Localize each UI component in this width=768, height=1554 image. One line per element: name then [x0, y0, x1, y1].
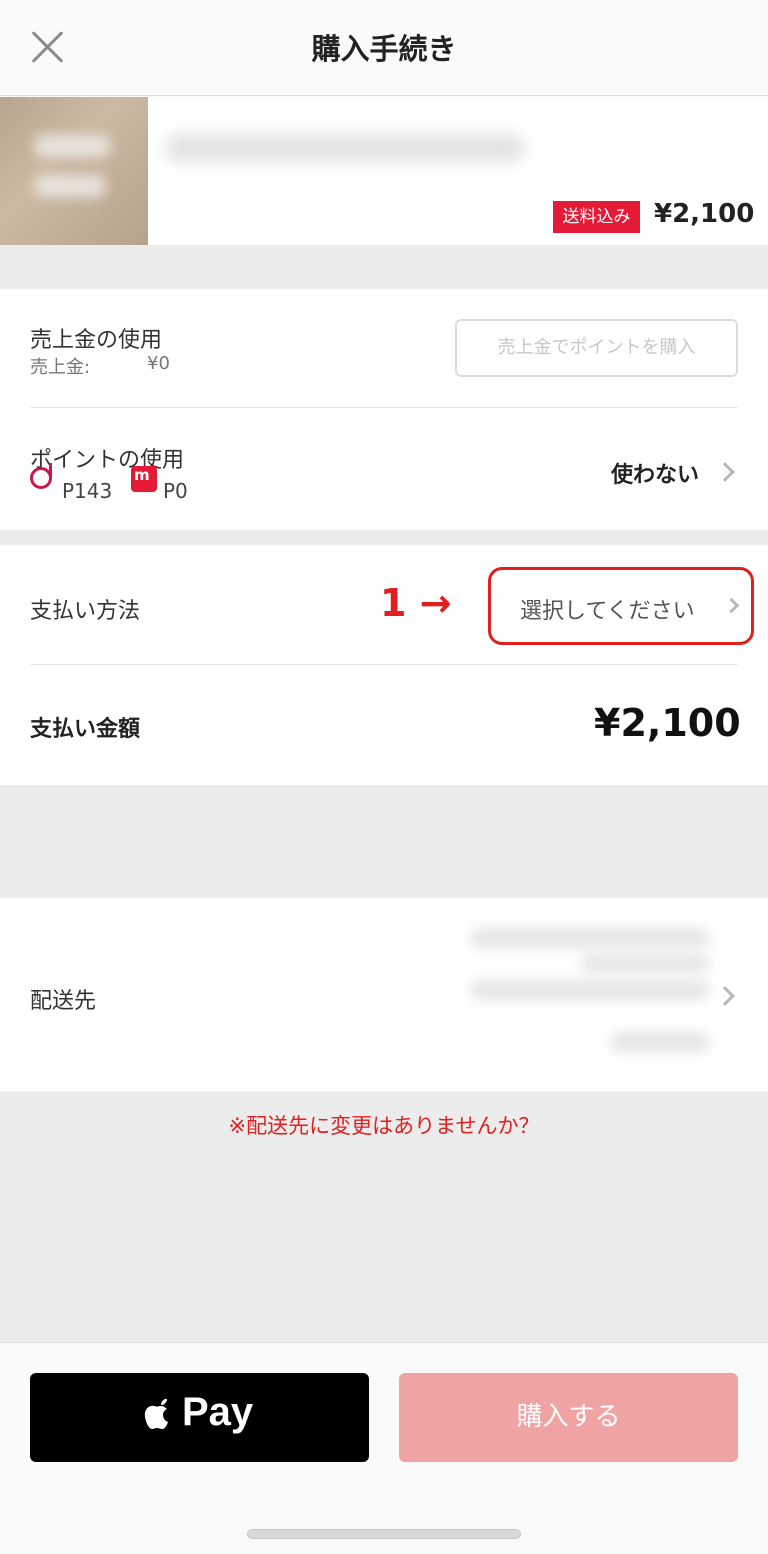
total-amount: ¥2,100: [594, 701, 741, 745]
payment-section: 支払い方法 1 → 選択してください 支払い金額 ¥2,100: [0, 545, 768, 785]
divider: [30, 407, 738, 408]
d-point-value: P143: [62, 479, 113, 503]
points-selected-value[interactable]: 使わない: [611, 457, 699, 489]
points-label: ポイントの使用: [30, 448, 185, 473]
payment-method-label: 支払い方法: [30, 599, 141, 624]
shipping-label: 配送先: [30, 989, 97, 1014]
balance-section: 売上金の使用 売上金: ¥0 売上金でポイントを購入 ポイントの使用 P143 …: [0, 289, 768, 530]
divider: [30, 664, 738, 665]
item-summary: [0, 97, 768, 245]
section-spacer: [0, 785, 768, 898]
sales-balance-label: 売上金:: [30, 357, 91, 378]
header-bar: 購入手続き: [0, 0, 768, 96]
item-price: ¥2,100: [654, 199, 755, 229]
apple-logo-icon: [144, 1399, 168, 1429]
apple-pay-label: Pay: [182, 1390, 254, 1434]
annotation-arrow: 1 →: [380, 581, 452, 625]
payment-method-select[interactable]: 選択してください: [520, 593, 695, 625]
item-thumbnail: [0, 97, 148, 245]
chevron-right-icon: [715, 462, 735, 482]
section-spacer: [0, 530, 768, 545]
section-spacer: [0, 245, 768, 289]
merpay-point-value: P0: [163, 479, 188, 503]
sales-balance-value: ¥0: [147, 353, 170, 374]
buy-points-button[interactable]: 売上金でポイントを購入: [455, 319, 738, 377]
apple-pay-button[interactable]: Pay: [30, 1373, 369, 1462]
total-label: 支払い金額: [30, 717, 141, 742]
item-name-blurred: [165, 134, 525, 162]
address-blurred: [610, 1032, 710, 1052]
d-point-icon: [30, 463, 52, 489]
address-blurred: [470, 980, 710, 1000]
address-blurred: [470, 928, 710, 948]
merpay-icon: [131, 466, 157, 492]
address-blurred: [580, 954, 710, 972]
purchase-button[interactable]: 購入する: [399, 1373, 738, 1462]
page-title: 購入手続き: [311, 32, 457, 66]
address-change-warning: ※配送先に変更はありませんか？: [228, 1114, 540, 1138]
shipping-included-badge: 送料込み: [553, 201, 640, 233]
shipping-section[interactable]: 配送先: [0, 898, 768, 1091]
bottom-action-bar: Pay 購入する: [0, 1342, 768, 1554]
home-indicator: [247, 1529, 521, 1539]
chevron-right-icon: [715, 986, 735, 1006]
sales-label: 売上金の使用: [30, 328, 163, 353]
